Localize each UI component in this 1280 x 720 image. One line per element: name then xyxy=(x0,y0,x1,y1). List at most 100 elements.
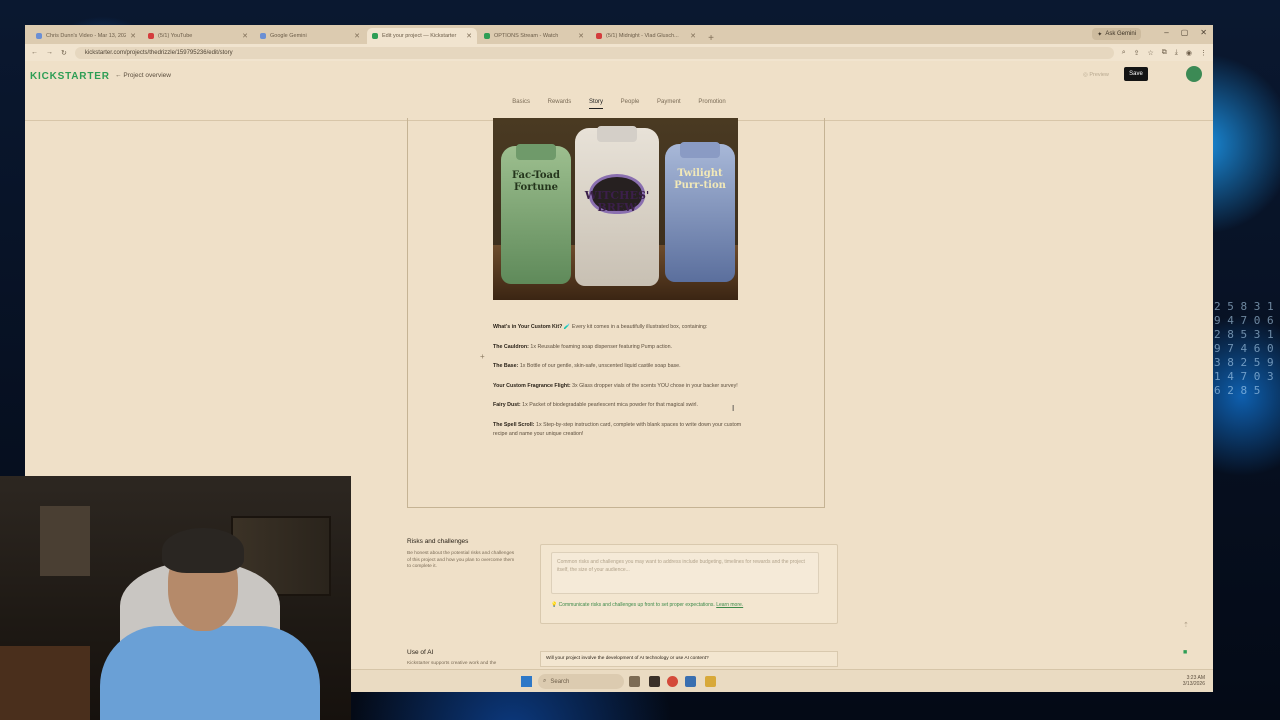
share-icon[interactable]: ⇪ xyxy=(1134,49,1140,57)
bottle-label-right: Twilight Purr-tion xyxy=(674,168,726,191)
close-icon[interactable]: ✕ xyxy=(242,32,248,40)
story-intro: What's in Your Custom Kit? 🧪 Every kit c… xyxy=(493,323,743,332)
step-nav: Basics Rewards Story People Payment Prom… xyxy=(25,99,1213,109)
forward-icon[interactable]: → xyxy=(46,49,53,56)
item-title: The Spell Scroll: xyxy=(493,421,535,428)
new-tab-button[interactable]: + xyxy=(703,33,719,44)
taskbar-search[interactable]: ⌕ Search xyxy=(538,674,624,689)
tab[interactable]: (5/1) YouTube ✕ xyxy=(143,28,253,44)
avatar[interactable] xyxy=(1186,66,1202,82)
add-block-icon[interactable]: + xyxy=(480,352,485,361)
tab[interactable]: (5/1) Midnight - Vlad Glusch... ✕ xyxy=(591,28,701,44)
bookmark-icon[interactable]: ☆ xyxy=(1148,49,1154,57)
zoom-icon[interactable]: ⌕ xyxy=(1122,49,1126,57)
youtube-icon xyxy=(596,33,602,39)
soap-bottle-right: Twilight Purr-tion xyxy=(665,142,735,282)
item-text: 1x Reusable foaming soap dispenser featu… xyxy=(530,343,673,350)
risks-textarea[interactable]: Common risks and challenges you may want… xyxy=(551,552,819,594)
kit-emoji-icon: 🧪 xyxy=(563,324,571,330)
address-bar-row: ← → ↻ kickstarter.com/projects/thedrizzl… xyxy=(25,44,1213,61)
item-text: 1x Packet of biodegradable pearlescent m… xyxy=(522,402,698,409)
preview-button[interactable]: ◎ Preview xyxy=(1083,72,1109,78)
extensions-icon[interactable]: ⧉ xyxy=(1162,49,1167,57)
youtube-icon xyxy=(148,33,154,39)
close-icon[interactable]: ✕ xyxy=(690,32,696,40)
tab-label: Chris Dunn's Video - Mar 13, 2026 xyxy=(46,33,127,39)
back-icon[interactable]: ← xyxy=(31,49,38,56)
pump-cap xyxy=(680,142,720,158)
close-window-icon[interactable]: ✕ xyxy=(1200,28,1207,37)
story-text[interactable]: What's in Your Custom Kit? 🧪 Every kit c… xyxy=(493,323,743,449)
chat-icon[interactable]: ■ xyxy=(1183,649,1187,656)
ask-gemini-button[interactable]: ✦ Ask Gemini xyxy=(1092,28,1141,40)
kickstarter-header: KICKSTARTER ← Project overview ◎ Preview… xyxy=(25,61,1213,109)
story-item: The Base: 1x Bottle of our gentle, skin-… xyxy=(493,362,743,371)
ask-gemini-label: Ask Gemini xyxy=(1105,31,1136,37)
kickstarter-logo[interactable]: KICKSTARTER xyxy=(30,71,110,82)
product-photo[interactable]: Fac-Toad Fortune WITCHES' BREW Twilight … xyxy=(493,118,738,300)
favicon-icon xyxy=(36,33,42,39)
scroll-top-icon[interactable]: ⇡ xyxy=(1183,621,1189,629)
matrix-rain: 2 5 8 3 1 9 4 7 0 6 2 8 5 3 1 9 7 4 6 0 … xyxy=(1214,300,1274,397)
windows-start-icon[interactable] xyxy=(521,676,532,687)
app-icon[interactable] xyxy=(649,676,660,687)
wall-poster xyxy=(40,506,90,576)
close-icon[interactable]: ✕ xyxy=(466,32,472,40)
task-view-icon[interactable] xyxy=(629,676,640,687)
risks-tip-text: Communicate risks and challenges up fron… xyxy=(558,602,715,608)
profile-icon[interactable]: ◉ xyxy=(1186,49,1192,57)
tab-bar: Chris Dunn's Video - Mar 13, 2026 ✕ (5/1)… xyxy=(25,25,1213,44)
tab[interactable]: Google Gemini ✕ xyxy=(255,28,365,44)
save-button[interactable]: Save xyxy=(1124,67,1148,81)
tab-payment[interactable]: Payment xyxy=(657,99,681,108)
maximize-icon[interactable]: ▢ xyxy=(1181,28,1189,37)
item-text: 3x Glass dropper vials of the scents YOU… xyxy=(572,382,738,389)
tab-story[interactable]: Story xyxy=(588,99,603,109)
tab-rewards[interactable]: Rewards xyxy=(548,99,572,108)
tab[interactable]: OPTIONS Stream - Watch ✕ xyxy=(479,28,589,44)
intro-heading: What's in Your Custom Kit? xyxy=(493,324,563,330)
tab-basics[interactable]: Basics xyxy=(512,99,530,108)
close-icon[interactable]: ✕ xyxy=(578,32,584,40)
person-shirt xyxy=(100,626,320,720)
gemini-icon xyxy=(260,33,266,39)
tab-label: OPTIONS Stream - Watch xyxy=(494,33,559,39)
tab-active[interactable]: Edit your project — Kickstarter ✕ xyxy=(367,28,477,44)
sparkle-icon: ✦ xyxy=(1097,31,1103,38)
ai-title: Use of AI xyxy=(407,649,434,656)
close-icon[interactable]: ✕ xyxy=(354,32,360,40)
soap-bottle-center: WITCHES' BREW xyxy=(575,126,659,286)
item-title: Fairy Dust: xyxy=(493,402,521,409)
webcam-overlay xyxy=(0,476,351,720)
kickstarter-icon xyxy=(372,33,378,39)
menu-icon[interactable]: ⋮ xyxy=(1200,49,1207,57)
app-icon[interactable] xyxy=(685,676,696,687)
item-title: The Cauldron: xyxy=(493,343,529,350)
person-hair xyxy=(162,528,244,573)
download-icon[interactable]: ⤓ xyxy=(1175,49,1178,57)
system-tray[interactable]: 3:23 AM 3/13/2026 xyxy=(1183,675,1205,687)
item-title: The Base: xyxy=(493,363,519,370)
tab[interactable]: Chris Dunn's Video - Mar 13, 2026 ✕ xyxy=(31,28,141,44)
url-input[interactable]: kickstarter.com/projects/thedrizzle/1597… xyxy=(74,46,1114,59)
ai-question[interactable]: Will your project involve the developmen… xyxy=(540,651,838,667)
minimize-icon[interactable]: – xyxy=(1164,28,1168,37)
project-overview-link[interactable]: ← Project overview xyxy=(115,72,171,79)
stream-icon xyxy=(484,33,490,39)
tab-label: Edit your project — Kickstarter xyxy=(382,33,457,39)
risks-panel: Common risks and challenges you may want… xyxy=(540,544,838,624)
story-item: The Cauldron: 1x Reusable foaming soap d… xyxy=(493,343,743,352)
clock-date: 3/13/2026 xyxy=(1182,681,1205,687)
tab-people[interactable]: People xyxy=(621,99,640,108)
window-controls: – ▢ ✕ xyxy=(1164,28,1207,37)
close-icon[interactable]: ✕ xyxy=(130,32,136,40)
chrome-icon[interactable] xyxy=(667,676,678,687)
preview-label: Preview xyxy=(1089,72,1109,78)
ai-description: Kickstarter supports creative work and t… xyxy=(407,661,497,666)
desk xyxy=(0,646,90,720)
folder-icon[interactable] xyxy=(705,676,716,687)
tab-promotion[interactable]: Promotion xyxy=(698,99,725,108)
reload-icon[interactable]: ↻ xyxy=(61,49,67,57)
bottle-label-center: WITCHES' BREW xyxy=(584,189,650,214)
learn-more-link[interactable]: Learn more. xyxy=(716,602,743,608)
